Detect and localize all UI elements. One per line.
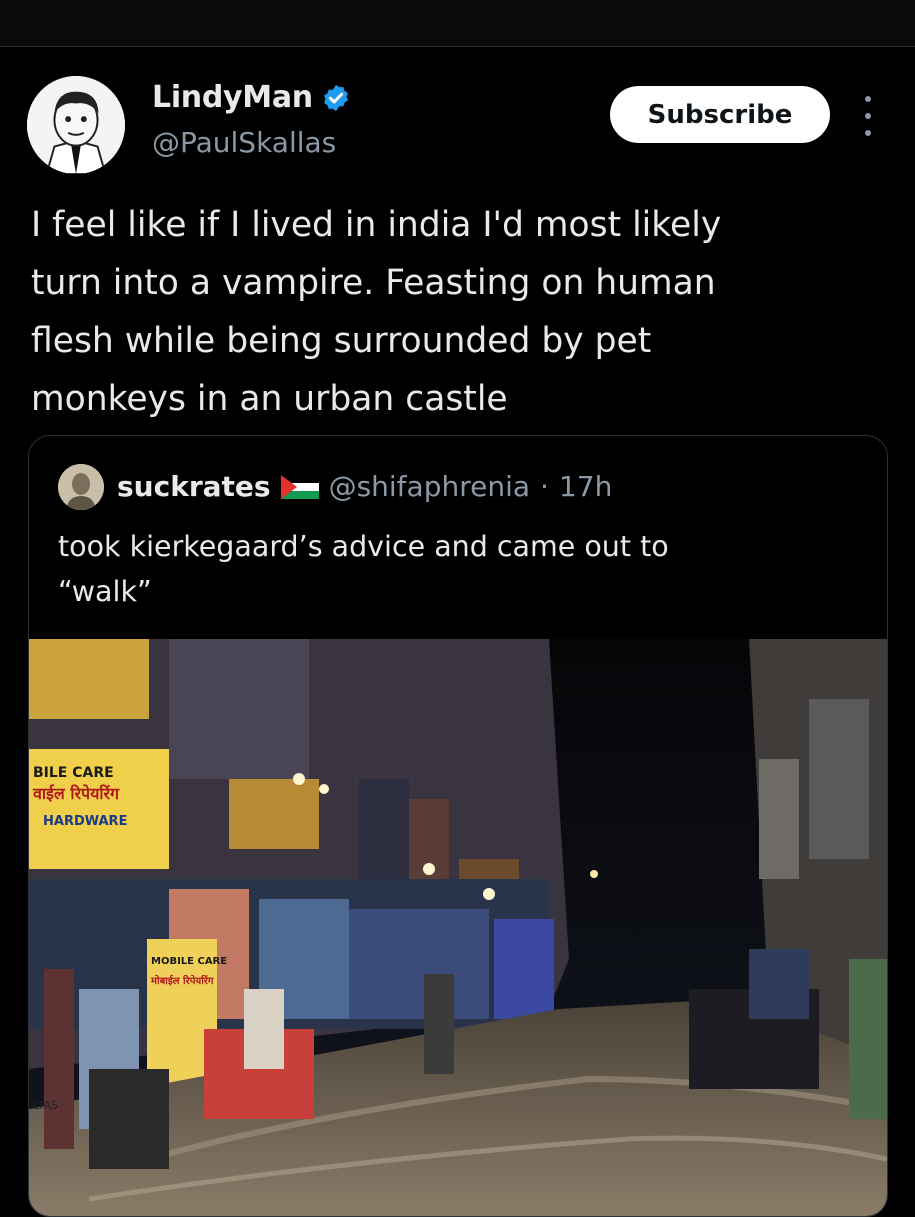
quoted-display-name[interactable]: suckrates (117, 470, 271, 503)
post-text: I feel like if I lived in india I'd most… (31, 205, 722, 419)
separator-dot: · (540, 470, 549, 503)
top-bar (0, 0, 915, 47)
sign-text-3: HARDWARE (43, 814, 127, 829)
subscribe-button[interactable]: Subscribe (610, 86, 830, 143)
author-avatar[interactable] (27, 76, 125, 174)
sign-text-4: MOBILE CARE (151, 956, 227, 967)
display-name-text: LindyMan (152, 80, 313, 115)
verified-badge-icon (323, 84, 348, 111)
sign-text-5: मोबाईल रिपेयरिंग (150, 974, 214, 987)
street-photo-image: BILE CARE वाईल रिपेयरिंग HARDWARE MOBILE… (29, 639, 887, 1216)
quoted-author-avatar[interactable] (58, 464, 104, 510)
quoted-post-header: suckrates @shifaphrenia · 17h (117, 470, 612, 503)
palestine-flag-icon (280, 474, 319, 499)
quoted-handle[interactable]: @shifaphrenia (329, 470, 530, 503)
sign-text-2: वाईल रिपेयरिंग (32, 784, 120, 803)
more-options-icon[interactable] (855, 96, 881, 136)
author-handle[interactable]: @PaulSkallas (152, 126, 336, 159)
sign-text-6: LTAS (33, 1099, 58, 1112)
street-photo[interactable]: BILE CARE वाईल रिपेयरिंग HARDWARE MOBILE… (29, 639, 887, 1216)
quoted-post-text: took kierkegaard’s advice and came out t… (58, 530, 669, 608)
author-display-name[interactable]: LindyMan (152, 80, 351, 115)
sign-text-1: BILE CARE (33, 765, 114, 781)
quoted-post[interactable]: suckrates @shifaphrenia · 17h took kierk… (28, 435, 888, 1217)
cartoon-avatar-icon (27, 76, 125, 174)
quoted-timestamp[interactable]: 17h (559, 470, 612, 503)
bust-avatar-icon (58, 464, 104, 510)
